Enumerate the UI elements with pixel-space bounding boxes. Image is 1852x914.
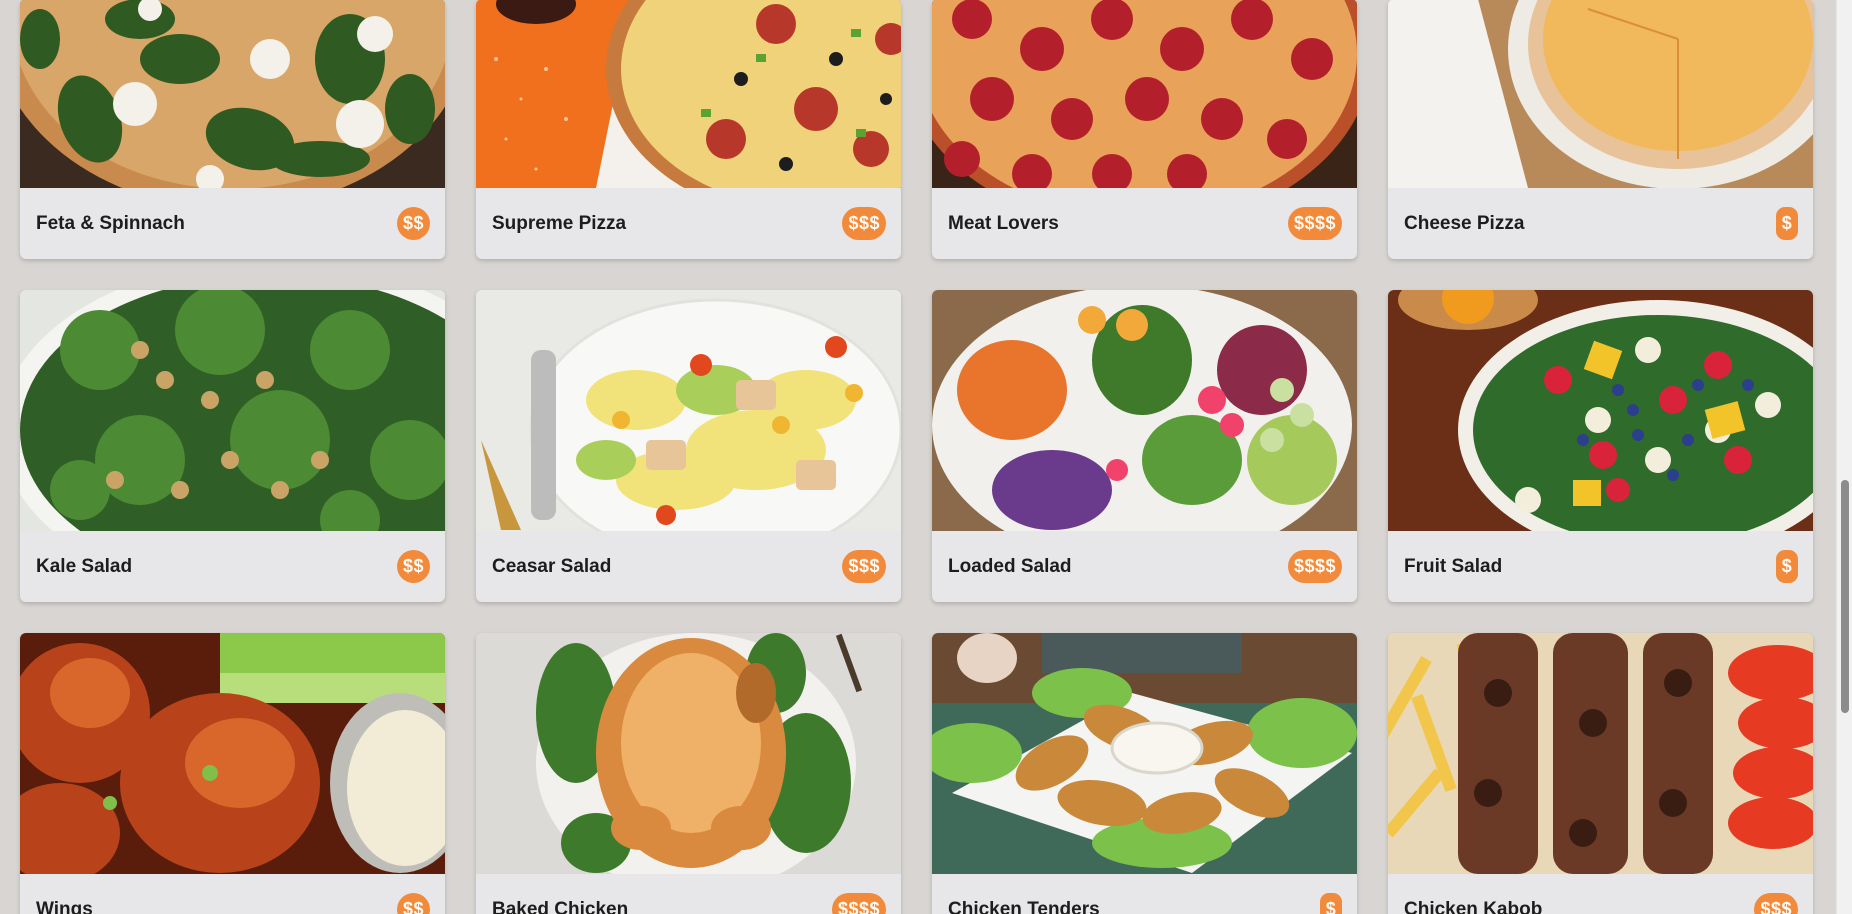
card-footer: Supreme Pizza $$$: [476, 188, 901, 259]
menu-card[interactable]: Cheese Pizza $: [1388, 0, 1813, 259]
chicken-tenders-icon: [932, 633, 1357, 874]
pizza-pepperoni-icon: [932, 0, 1357, 188]
menu-card[interactable]: Kale Salad $$: [20, 290, 445, 602]
card-title: Chicken Tenders: [948, 898, 1100, 914]
card-title: Wings: [36, 898, 93, 914]
menu-card[interactable]: Baked Chicken $$$$: [476, 633, 901, 914]
menu-card[interactable]: Feta & Spinnach $$: [20, 0, 445, 259]
pizza-cheese-icon: [1388, 0, 1813, 188]
card-footer: Cheese Pizza $: [1388, 188, 1813, 259]
price-badge: $: [1776, 207, 1798, 240]
card-footer: Loaded Salad $$$$: [932, 531, 1357, 602]
price-badge: $$$: [1754, 893, 1798, 914]
menu-card[interactable]: Supreme Pizza $$$: [476, 0, 901, 259]
pizza-supreme-icon: [476, 0, 901, 188]
card-title: Ceasar Salad: [492, 555, 612, 577]
wings-icon: [20, 633, 445, 874]
card-footer: Chicken Tenders $: [932, 874, 1357, 914]
card-title: Feta & Spinnach: [36, 212, 185, 234]
card-footer: Chicken Kabob $$$: [1388, 874, 1813, 914]
menu-card[interactable]: Wings $$: [20, 633, 445, 914]
salad-loaded-icon: [932, 290, 1357, 531]
price-badge: $$: [396, 207, 430, 240]
price-badge: $$$$: [831, 893, 886, 914]
menu-card[interactable]: Meat Lovers $$$$: [932, 0, 1357, 259]
menu-page: Feta & Spinnach $$ Supreme Pizza $$$ Mea…: [0, 0, 1836, 914]
price-badge: $$$: [842, 550, 886, 583]
salad-caesar-icon: [476, 290, 901, 531]
price-badge: $$: [396, 893, 430, 914]
card-title: Baked Chicken: [492, 898, 629, 914]
price-badge: $$$$: [1287, 550, 1342, 583]
menu-card[interactable]: Chicken Kabob $$$: [1388, 633, 1813, 914]
menu-card[interactable]: Chicken Tenders $: [932, 633, 1357, 914]
card-footer: Fruit Salad $: [1388, 531, 1813, 602]
menu-card[interactable]: Loaded Salad $$$$: [932, 290, 1357, 602]
card-title: Chicken Kabob: [1404, 898, 1543, 914]
menu-grid: Feta & Spinnach $$ Supreme Pizza $$$ Mea…: [20, 0, 1813, 914]
card-title: Supreme Pizza: [492, 212, 627, 234]
card-title: Loaded Salad: [948, 555, 1072, 577]
price-badge: $: [1320, 893, 1342, 914]
menu-card[interactable]: Ceasar Salad $$$: [476, 290, 901, 602]
card-footer: Baked Chicken $$$$: [476, 874, 901, 914]
card-footer: Ceasar Salad $$$: [476, 531, 901, 602]
price-badge: $$$: [842, 207, 886, 240]
card-footer: Kale Salad $$: [20, 531, 445, 602]
price-badge: $$$$: [1287, 207, 1342, 240]
chicken-kabob-icon: [1388, 633, 1813, 874]
vertical-scrollbar[interactable]: [1836, 0, 1852, 914]
salad-kale-icon: [20, 290, 445, 531]
salad-fruit-icon: [1388, 290, 1813, 531]
price-badge: $: [1776, 550, 1798, 583]
price-badge: $$: [396, 550, 430, 583]
card-title: Cheese Pizza: [1404, 212, 1525, 234]
card-footer: Meat Lovers $$$$: [932, 188, 1357, 259]
card-title: Fruit Salad: [1404, 555, 1503, 577]
card-title: Meat Lovers: [948, 212, 1059, 234]
menu-card[interactable]: Fruit Salad $: [1388, 290, 1813, 602]
pizza-feta-spinach-icon: [20, 0, 445, 188]
card-footer: Wings $$: [20, 874, 445, 914]
card-footer: Feta & Spinnach $$: [20, 188, 445, 259]
card-title: Kale Salad: [36, 555, 133, 577]
baked-chicken-icon: [476, 633, 901, 874]
scrollbar-thumb[interactable]: [1841, 480, 1849, 713]
